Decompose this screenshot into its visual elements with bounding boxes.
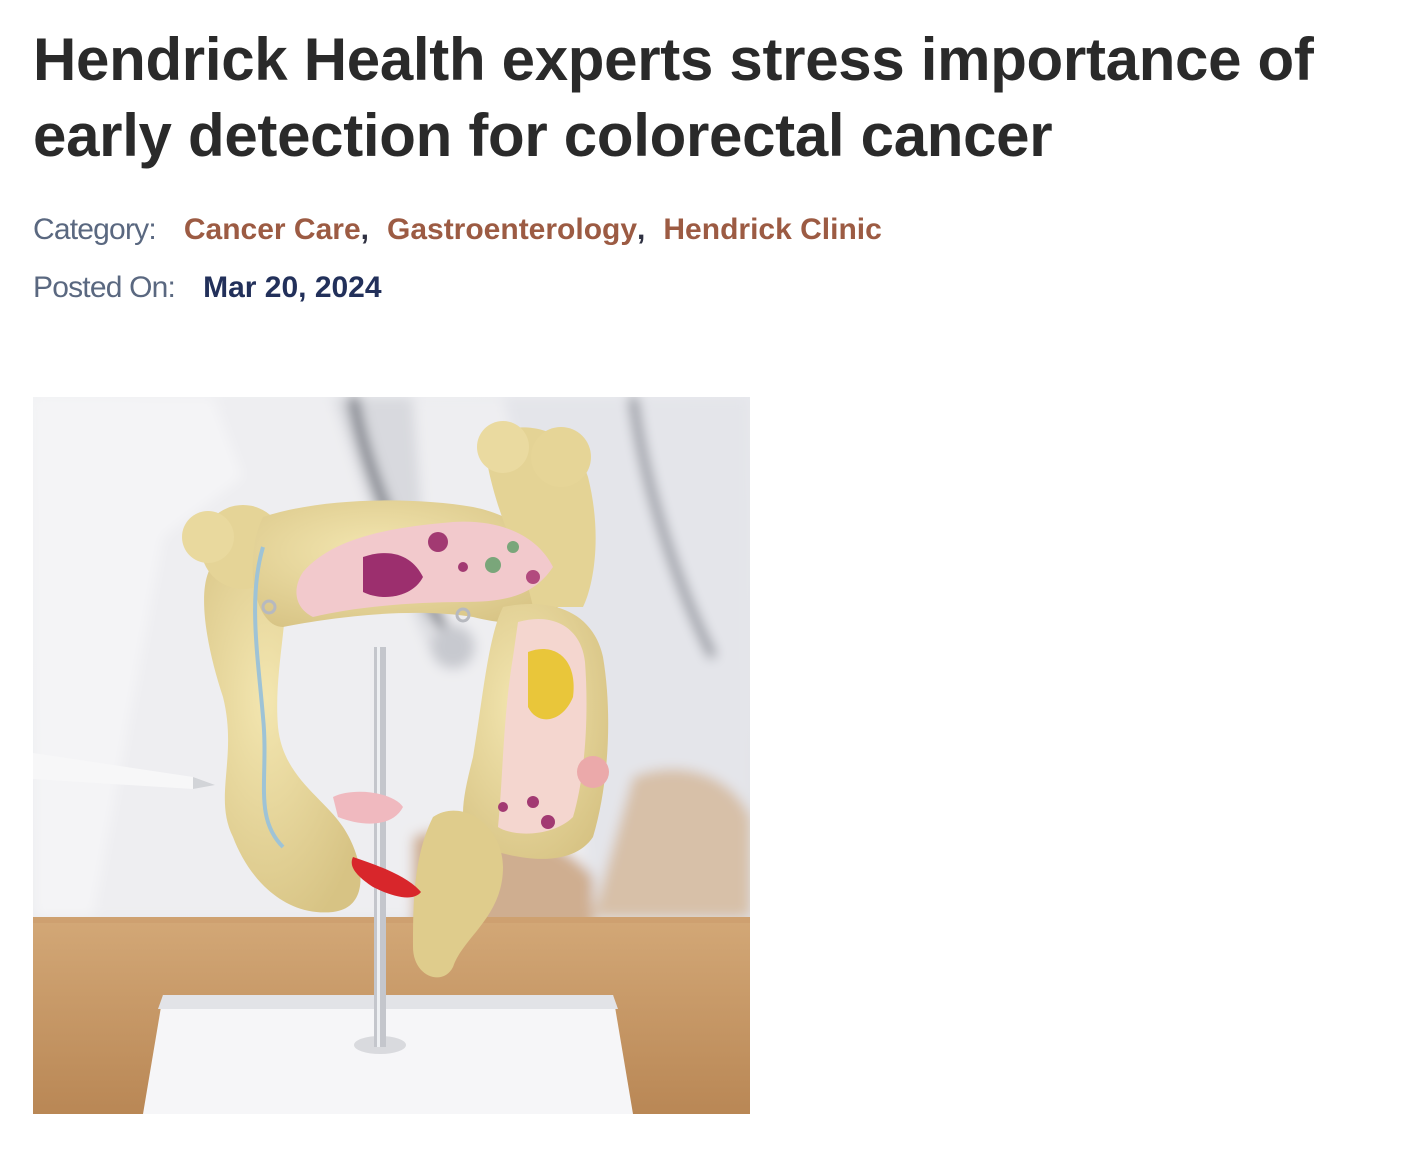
posted-row: Posted On: Mar 20, 2024	[33, 268, 1413, 308]
category-item: Cancer Care,	[184, 210, 387, 250]
category-item: Gastroenterology,	[387, 210, 663, 250]
article-header: Hendrick Health experts stress importanc…	[33, 22, 1413, 308]
hero-image-colon-model	[33, 397, 750, 1114]
category-link-gastroenterology[interactable]: Gastroenterology	[387, 210, 637, 250]
category-item: Hendrick Clinic	[663, 210, 881, 250]
posted-date: Mar 20, 2024	[203, 271, 382, 304]
posted-label: Posted On:	[33, 271, 176, 304]
category-separator: ,	[360, 213, 369, 246]
article-title: Hendrick Health experts stress importanc…	[33, 26, 1314, 169]
category-label: Category:	[33, 213, 157, 246]
category-separator: ,	[637, 213, 646, 246]
category-link-hendrick-clinic[interactable]: Hendrick Clinic	[663, 210, 881, 250]
category-row: Category: Cancer Care, Gastroenterology,…	[33, 210, 1413, 250]
category-link-cancer-care[interactable]: Cancer Care	[184, 210, 361, 250]
category-list: Cancer Care, Gastroenterology, Hendrick …	[184, 210, 882, 250]
